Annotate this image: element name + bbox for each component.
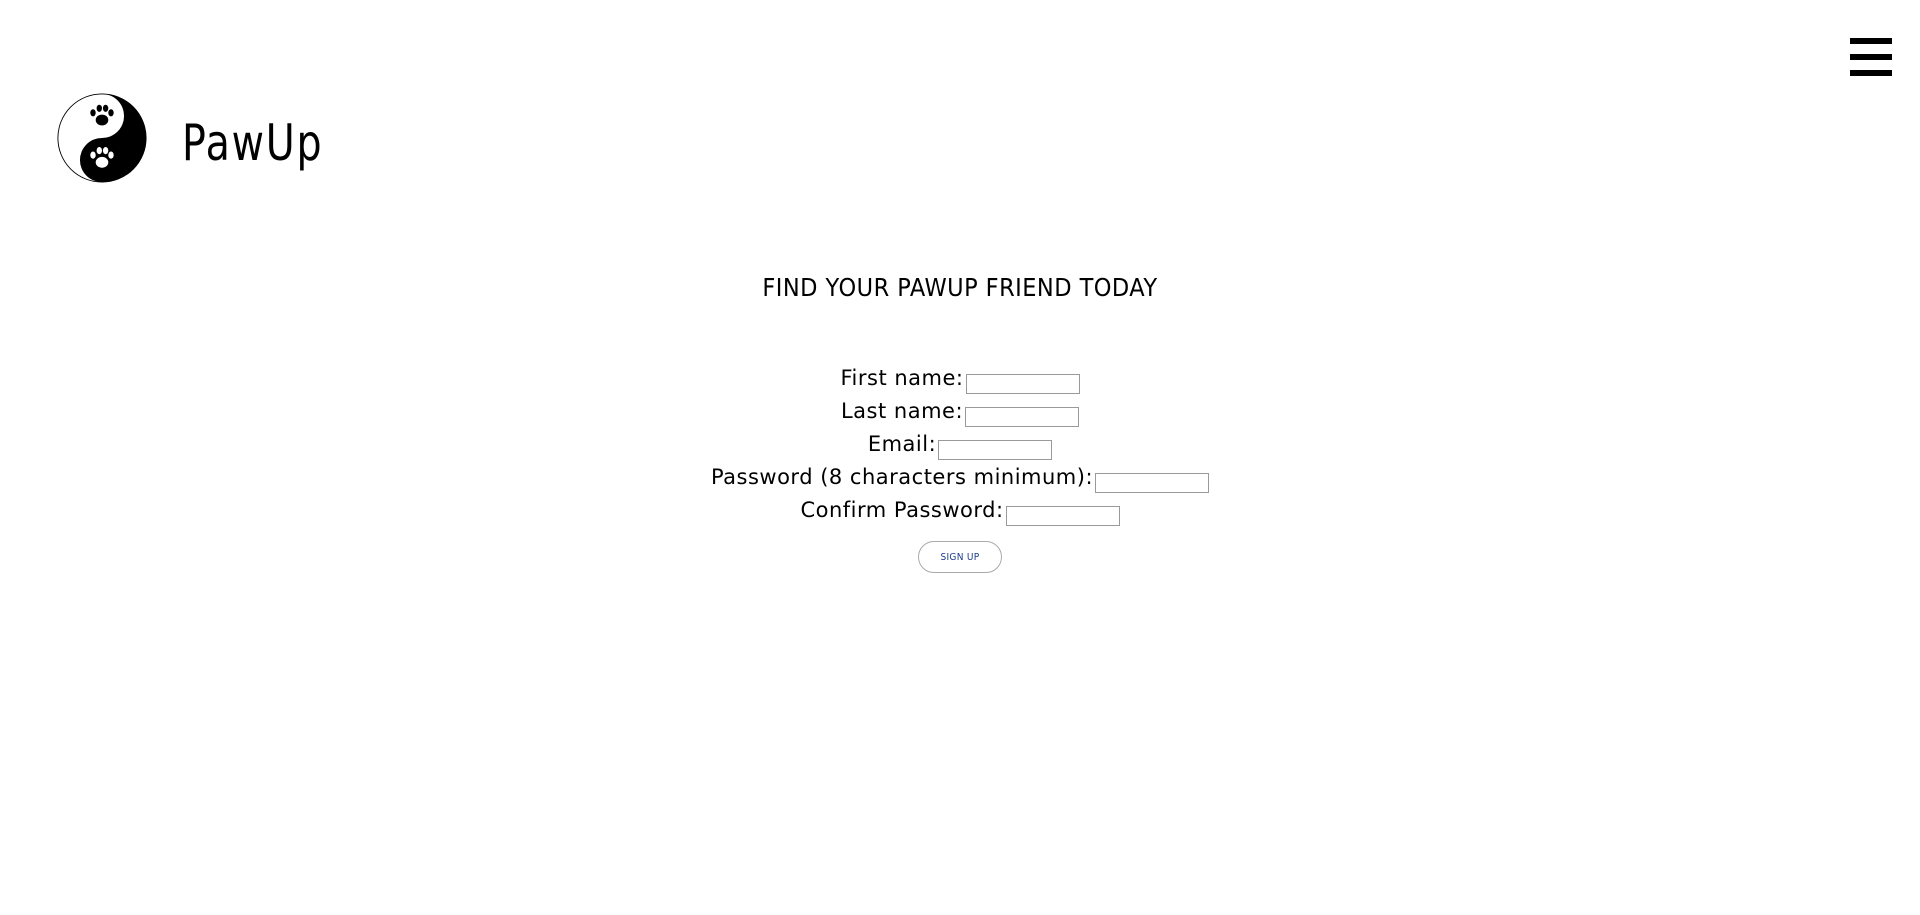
- confirm-password-label: Confirm Password:: [800, 498, 1004, 522]
- password-field[interactable]: [1095, 472, 1210, 493]
- email-field[interactable]: [938, 439, 1053, 460]
- last-name-row: Last name:: [0, 397, 1920, 430]
- sign-up-button[interactable]: SIGN UP: [918, 541, 1002, 573]
- submit-wrap: SIGN UP: [0, 541, 1920, 573]
- page-headline: FIND YOUR PAWUP FRIEND TODAY: [762, 273, 1158, 302]
- password-row: Password (8 characters minimum):: [0, 463, 1920, 496]
- confirm-password-field[interactable]: [1005, 505, 1120, 526]
- signup-page: PawUp FIND YOUR PAWUP FRIEND TODAY First…: [0, 0, 1920, 915]
- email-row: Email:: [0, 430, 1920, 463]
- brand-name[interactable]: PawUp: [182, 118, 323, 168]
- last-name-label: Last name:: [840, 399, 964, 423]
- last-name-field[interactable]: [965, 406, 1080, 427]
- signup-form: First name: Last name: Email: Password (…: [0, 364, 1920, 573]
- menu-bar: [1850, 54, 1892, 60]
- yin-yang-paw-icon[interactable]: [57, 93, 147, 183]
- menu-bar: [1850, 38, 1892, 44]
- first-name-row: First name:: [0, 364, 1920, 397]
- menu-bar: [1850, 70, 1892, 76]
- hamburger-menu-icon[interactable]: [1850, 38, 1892, 76]
- email-label: Email:: [867, 432, 937, 456]
- first-name-label: First name:: [840, 366, 964, 390]
- first-name-field[interactable]: [965, 373, 1080, 394]
- confirm-password-row: Confirm Password:: [0, 496, 1920, 529]
- password-label: Password (8 characters minimum):: [710, 465, 1094, 489]
